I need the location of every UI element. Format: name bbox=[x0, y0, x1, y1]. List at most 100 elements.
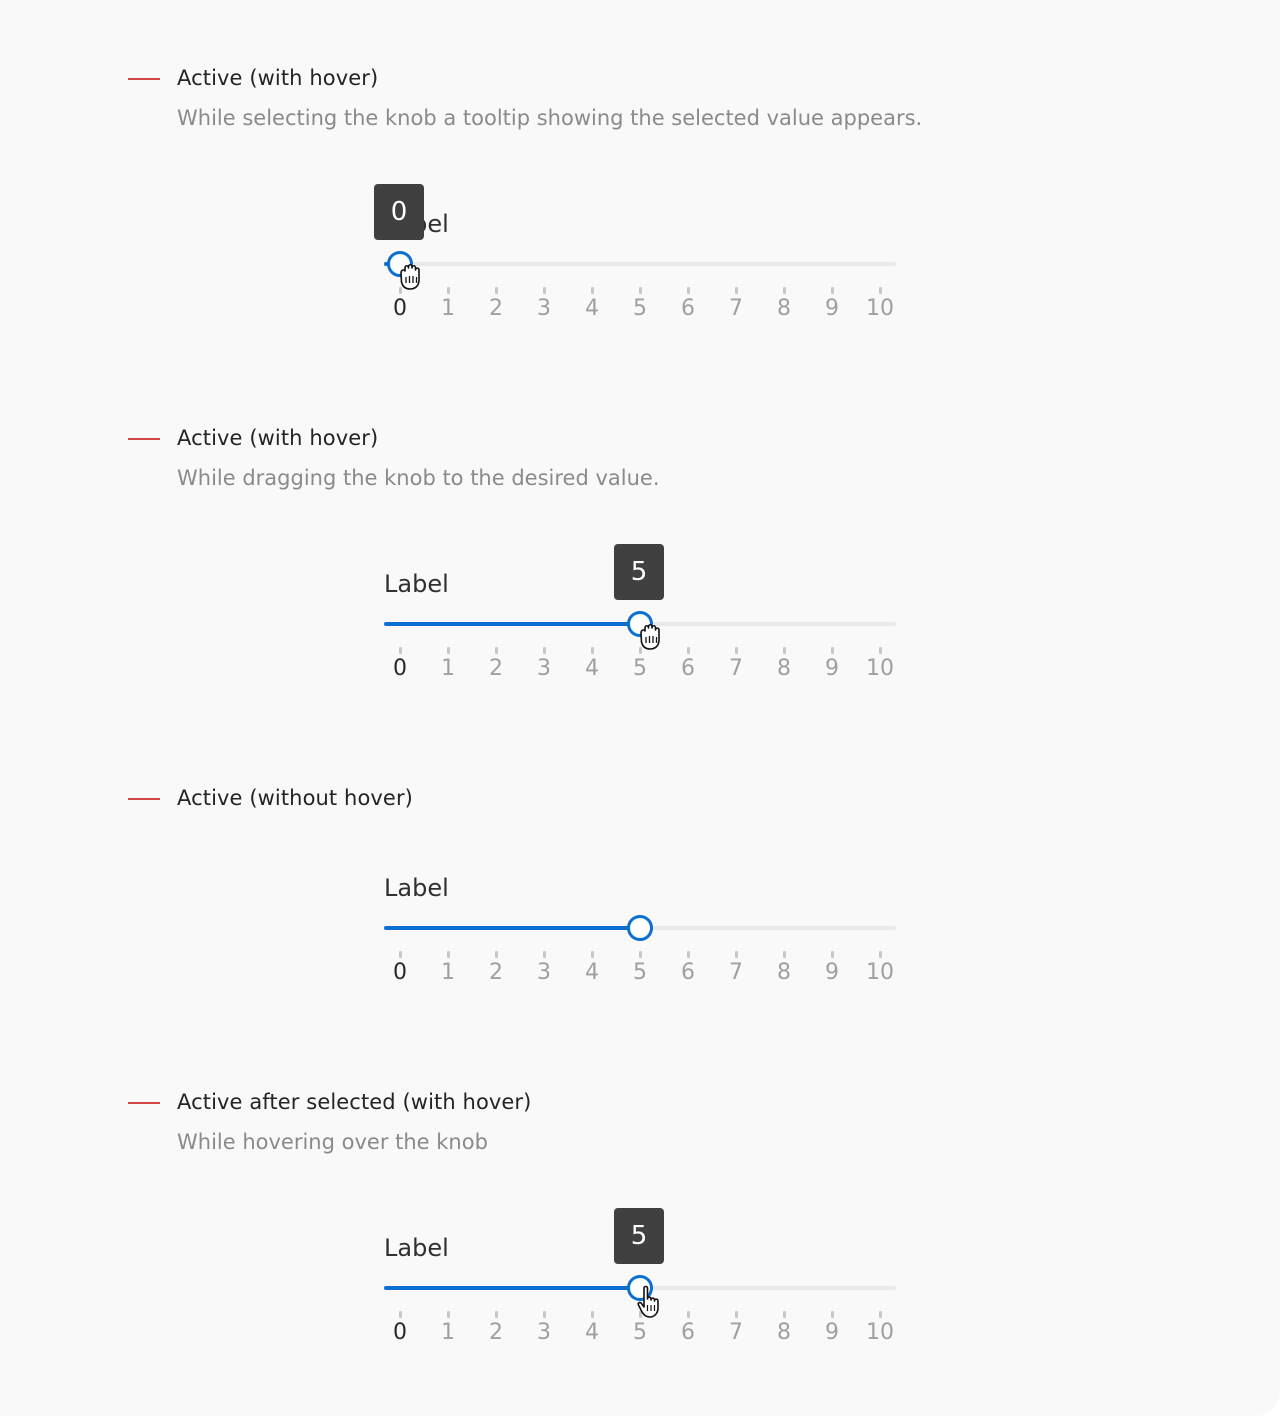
scale-tick bbox=[686, 287, 690, 294]
scale-tick bbox=[638, 951, 642, 958]
scale-tick-label: 7 bbox=[729, 1320, 743, 1345]
scale-tick-label: 2 bbox=[489, 656, 503, 681]
scale-tick bbox=[734, 951, 738, 958]
scale-tick bbox=[542, 1311, 546, 1318]
scale-tick-label: 2 bbox=[489, 1320, 503, 1345]
scale-tick-label: 6 bbox=[681, 1320, 695, 1345]
scale-tick-label: 9 bbox=[825, 296, 839, 321]
scale-tick bbox=[734, 1311, 738, 1318]
scale-tick-label: 4 bbox=[585, 296, 599, 321]
scale-tick-label: 4 bbox=[585, 656, 599, 681]
scale-tick-label: 6 bbox=[681, 960, 695, 985]
scale-tick-label: 5 bbox=[633, 1320, 647, 1345]
scale-tick-label: 1 bbox=[441, 960, 455, 985]
scale-tick-label: 7 bbox=[729, 656, 743, 681]
slider-label: Label bbox=[384, 874, 449, 902]
scale-tick bbox=[734, 287, 738, 294]
scale-tick bbox=[446, 647, 450, 654]
scale-tick bbox=[494, 951, 498, 958]
scale-tick-label: 8 bbox=[777, 960, 791, 985]
grab-hand-icon bbox=[640, 623, 660, 650]
scale-tick bbox=[542, 647, 546, 654]
slider-knob[interactable] bbox=[627, 915, 653, 941]
scale-tick bbox=[494, 1311, 498, 1318]
scale-tick-label: 9 bbox=[825, 1320, 839, 1345]
section-title: Active (with hover) bbox=[177, 66, 379, 90]
scale-tick-label: 9 bbox=[825, 960, 839, 985]
scale-tick-label: 2 bbox=[489, 296, 503, 321]
scale-tick-label: 1 bbox=[441, 296, 455, 321]
section-title: Active after selected (with hover) bbox=[177, 1090, 532, 1114]
scale-tick bbox=[782, 1311, 786, 1318]
scale-tick-label: 3 bbox=[537, 296, 551, 321]
scale-tick-label: 10 bbox=[866, 296, 894, 321]
scale-tick-label: 3 bbox=[537, 656, 551, 681]
slider-fill bbox=[384, 926, 640, 930]
section-description: While dragging the knob to the desired v… bbox=[177, 466, 660, 490]
slider-track[interactable] bbox=[384, 262, 896, 266]
scale-tick-label: 8 bbox=[777, 1320, 791, 1345]
slider-fill bbox=[384, 1286, 640, 1290]
section-title: Active (without hover) bbox=[177, 786, 413, 810]
scale-tick-label: 6 bbox=[681, 656, 695, 681]
slider[interactable]: Label 0 1 2 3 4 5 6 7 8 9 10 5 bbox=[384, 1204, 896, 1345]
scale-tick-label: 7 bbox=[729, 960, 743, 985]
scale-tick bbox=[878, 287, 882, 294]
scale-tick-label: 0 bbox=[393, 296, 407, 321]
scale-tick bbox=[830, 1311, 834, 1318]
scale-tick bbox=[782, 951, 786, 958]
scale-tick bbox=[542, 951, 546, 958]
slider-fill bbox=[384, 622, 640, 626]
value-tooltip: 5 bbox=[614, 1208, 664, 1264]
section-title: Active (with hover) bbox=[177, 426, 379, 450]
scale-tick-label: 10 bbox=[866, 960, 894, 985]
scale-tick bbox=[686, 951, 690, 958]
scale-tick bbox=[398, 647, 402, 654]
scale-tick-label: 6 bbox=[681, 296, 695, 321]
scale-tick bbox=[446, 951, 450, 958]
slider[interactable]: Label 012345678910 0 bbox=[374, 180, 896, 321]
scale-tick-label: 10 bbox=[866, 656, 894, 681]
scale-tick-label: 3 bbox=[537, 960, 551, 985]
section-marker bbox=[128, 78, 160, 80]
scale-tick bbox=[830, 951, 834, 958]
section-marker bbox=[128, 1102, 160, 1104]
scale-tick-label: 1 bbox=[441, 656, 455, 681]
scale-tick bbox=[686, 647, 690, 654]
value-tooltip: 0 bbox=[374, 184, 424, 240]
slider[interactable]: Label 0 1 2 3 4 5 6 7 8 9 10 5 bbox=[384, 540, 896, 681]
section-marker bbox=[128, 798, 160, 800]
scale-tick bbox=[446, 287, 450, 294]
scale-tick bbox=[686, 1311, 690, 1318]
scale-tick bbox=[782, 287, 786, 294]
scale-tick bbox=[446, 1311, 450, 1318]
scale-tick-label: 0 bbox=[393, 960, 407, 985]
scale-tick bbox=[878, 951, 882, 958]
scale-tick-label: 0 bbox=[393, 656, 407, 681]
scale-tick bbox=[878, 1311, 882, 1318]
scale-tick bbox=[590, 647, 594, 654]
scale-tick-label: 4 bbox=[585, 1320, 599, 1345]
scale-tick bbox=[830, 287, 834, 294]
scale-tick-label: 9 bbox=[825, 656, 839, 681]
scale-tick bbox=[878, 647, 882, 654]
grab-hand-icon bbox=[400, 263, 420, 290]
section-description: While hovering over the knob bbox=[177, 1130, 488, 1154]
scale-tick bbox=[638, 287, 642, 294]
scale-tick bbox=[494, 287, 498, 294]
scale-tick bbox=[734, 647, 738, 654]
scale-tick bbox=[590, 287, 594, 294]
scale-tick bbox=[398, 951, 402, 958]
scale-tick-label: 5 bbox=[633, 960, 647, 985]
scale-tick-label: 10 bbox=[866, 1320, 894, 1345]
scale-tick-label: 5 bbox=[633, 656, 647, 681]
scale-tick bbox=[494, 647, 498, 654]
scale-tick bbox=[590, 951, 594, 958]
slider[interactable]: Label 0 1 2 3 4 5 6 7 8 9 10 bbox=[384, 844, 896, 985]
scale-tick-label: 3 bbox=[537, 1320, 551, 1345]
scale-tick bbox=[398, 1311, 402, 1318]
scale-tick bbox=[590, 1311, 594, 1318]
value-tooltip: 5 bbox=[614, 544, 664, 600]
section-marker bbox=[128, 438, 160, 440]
scale-tick-label: 8 bbox=[777, 656, 791, 681]
